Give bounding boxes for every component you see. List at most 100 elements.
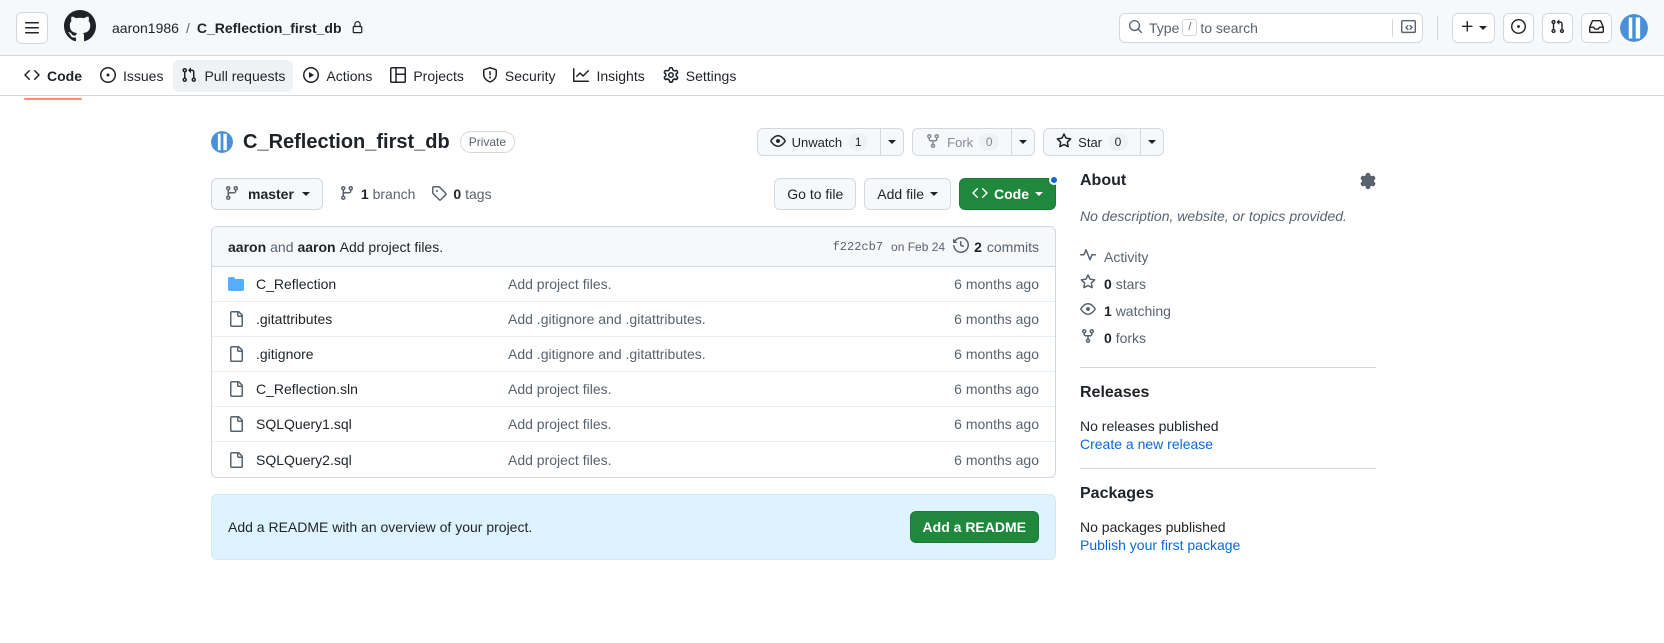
create-release-link[interactable]: Create a new release [1080, 436, 1213, 452]
graph-icon [573, 67, 590, 86]
star-button[interactable]: Star 0 [1043, 128, 1140, 156]
file-link[interactable]: .gitattributes [256, 311, 332, 327]
code-button-label: Code [994, 186, 1029, 202]
commit-sha[interactable]: f222cb7 [833, 240, 883, 254]
gear-icon[interactable] [1360, 173, 1376, 189]
packages-title: Packages [1080, 485, 1154, 502]
branches-link[interactable]: 1 branch [339, 185, 416, 204]
publish-package-link[interactable]: Publish your first package [1080, 537, 1240, 553]
history-icon [953, 236, 970, 256]
nav-tab-issues[interactable]: Issues [92, 60, 171, 92]
nav-tab-projects[interactable]: Projects [382, 60, 472, 92]
chevron-down-icon [1035, 192, 1043, 196]
watching-link[interactable]: 1 watching [1080, 297, 1376, 324]
commit-author-primary[interactable]: aaron [228, 239, 266, 255]
watching-word: watching [1115, 302, 1171, 319]
breadcrumb: aaron1986 / C_Reflection_first_db [112, 20, 364, 36]
file-link[interactable]: C_Reflection.sln [256, 381, 358, 397]
watch-dropdown-button[interactable] [880, 128, 905, 156]
tag-icon [431, 185, 448, 204]
file-name-cell: C_Reflection [256, 276, 508, 292]
hamburger-menu-button[interactable] [16, 11, 48, 44]
star-dropdown-button[interactable] [1140, 128, 1164, 156]
add-file-button[interactable]: Add file [864, 178, 951, 210]
watch-count: 1 [848, 133, 869, 151]
branch-selector-button[interactable]: master [211, 178, 323, 210]
commit-author-secondary[interactable]: aaron [297, 239, 335, 255]
breadcrumb-owner-link[interactable]: aaron1986 [112, 20, 179, 36]
go-to-file-button[interactable]: Go to file [774, 178, 857, 210]
create-new-button[interactable] [1452, 12, 1495, 43]
github-home-link[interactable] [64, 10, 96, 44]
play-icon [303, 66, 320, 86]
file-commit-message[interactable]: Add project files. [508, 416, 954, 432]
repo-forked-icon [1080, 328, 1096, 347]
lock-icon [351, 21, 364, 34]
stars-link[interactable]: 0 stars [1080, 270, 1376, 297]
page-title[interactable]: C_Reflection_first_db [243, 131, 450, 154]
file-link[interactable]: .gitignore [256, 346, 314, 362]
file-age: 6 months ago [954, 381, 1039, 397]
file-commit-message[interactable]: Add .gitignore and .gitattributes. [508, 311, 954, 327]
code-button[interactable]: Code [959, 175, 1059, 210]
file-name-cell: .gitattributes [256, 311, 508, 327]
tags-count: 0 [453, 186, 462, 202]
commit-history-link[interactable]: 2 commits [953, 236, 1039, 256]
table-row[interactable]: C_Reflection.sln Add project files. 6 mo… [212, 372, 1055, 407]
fork-dropdown-button[interactable] [1011, 128, 1036, 156]
fork-button[interactable]: Fork 0 [912, 128, 1012, 156]
table-row[interactable]: .gitattributes Add .gitignore and .gitat… [212, 302, 1055, 337]
repo-meta-links: 1 branch 0 tags [339, 185, 492, 204]
commit-message[interactable]: Add project files. [340, 239, 444, 255]
notifications-button[interactable] [1581, 12, 1612, 43]
watching-label: 1 watching [1104, 303, 1171, 319]
nav-tab-settings[interactable]: Settings [655, 60, 745, 92]
star-icon [1056, 132, 1072, 152]
terminal-icon[interactable] [1401, 19, 1416, 37]
add-readme-button[interactable]: Add a README [909, 511, 1039, 543]
your-pull-requests-button[interactable] [1542, 12, 1573, 43]
header-actions: Type / to search [1119, 12, 1648, 43]
commit-authors-conjunction: and [270, 238, 294, 255]
repo-forked-icon [925, 133, 941, 152]
nav-tab-actions[interactable]: Actions [295, 60, 380, 92]
packages-empty-note: No packages published [1080, 519, 1226, 535]
add-readme-banner: Add a README with an overview of your pr… [211, 494, 1056, 560]
about-title: About [1080, 172, 1127, 189]
star-count: 0 [1108, 133, 1128, 151]
your-issues-button[interactable] [1503, 12, 1534, 43]
table-row[interactable]: C_Reflection Add project files. 6 months… [212, 267, 1055, 302]
file-link[interactable]: SQLQuery1.sql [256, 416, 352, 432]
file-link[interactable]: C_Reflection [256, 276, 336, 292]
file-commit-message[interactable]: Add project files. [508, 381, 954, 397]
file-commit-message[interactable]: Add .gitignore and .gitattributes. [508, 346, 954, 362]
plus-icon [1460, 19, 1475, 37]
file-icon [228, 311, 244, 327]
table-row[interactable]: .gitignore Add .gitignore and .gitattrib… [212, 337, 1055, 372]
forks-link[interactable]: 0 forks [1080, 324, 1376, 351]
nav-tab-pull-requests[interactable]: Pull requests [173, 60, 294, 92]
file-commit-message[interactable]: Add project files. [508, 276, 954, 292]
sidebar-divider [1080, 367, 1376, 368]
nav-tab-security[interactable]: Security [474, 60, 564, 92]
file-commit-message[interactable]: Add project files. [508, 452, 954, 468]
about-description: No description, website, or topics provi… [1080, 208, 1347, 224]
search-input[interactable]: Type / to search [1119, 12, 1423, 43]
stars-count: 0 [1104, 275, 1112, 292]
table-row[interactable]: SQLQuery1.sql Add project files. 6 month… [212, 407, 1055, 442]
user-avatar[interactable] [1620, 13, 1648, 42]
tags-link[interactable]: 0 tags [431, 185, 492, 204]
code-icon [24, 67, 40, 86]
fork-count: 0 [979, 133, 1000, 151]
forks-word: forks [1115, 329, 1147, 346]
nav-tab-insights[interactable]: Insights [565, 60, 652, 92]
unwatch-button[interactable]: Unwatch 1 [756, 128, 881, 156]
file-link[interactable]: SQLQuery2.sql [256, 452, 352, 468]
branches-label: branch [372, 186, 416, 202]
tags-label: tags [465, 186, 492, 202]
table-row[interactable]: SQLQuery2.sql Add project files. 6 month… [212, 442, 1055, 477]
nav-tab-code[interactable]: Code [16, 60, 90, 100]
breadcrumb-repo-link[interactable]: C_Reflection_first_db [197, 20, 342, 36]
activity-link[interactable]: Activity [1080, 243, 1376, 270]
file-age: 6 months ago [954, 311, 1039, 327]
